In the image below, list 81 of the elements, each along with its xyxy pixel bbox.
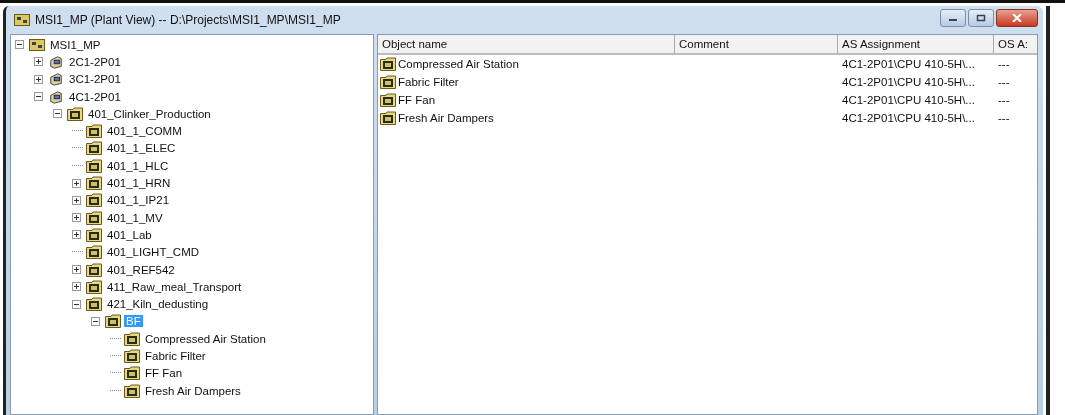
- folder-icon: [124, 383, 140, 398]
- folder-icon: [380, 75, 396, 89]
- network-icon: [29, 37, 45, 52]
- column-header[interactable]: Object name: [378, 35, 675, 53]
- object-name[interactable]: FF Fan: [398, 94, 436, 106]
- tree-item[interactable]: 4C1-2P01: [67, 90, 123, 103]
- table-cell: ---: [998, 94, 1010, 106]
- folder-icon: [380, 111, 396, 125]
- tree-item[interactable]: 401_1_IP21: [105, 194, 172, 207]
- folder-icon: [124, 349, 140, 363]
- folder-icon: [86, 141, 102, 156]
- network-icon: [14, 13, 30, 27]
- column-header[interactable]: OS A:: [994, 35, 1030, 53]
- tree-item[interactable]: 411_Raw_meal_Transport: [105, 280, 244, 293]
- station-icon: [48, 89, 64, 104]
- folder-icon: [86, 210, 102, 225]
- folder-icon: [86, 245, 102, 260]
- tree-item[interactable]: Fabric Filter: [143, 350, 208, 362]
- tree-item[interactable]: 401_Lab: [105, 228, 154, 241]
- folder-icon: [86, 176, 102, 190]
- folder-icon: [124, 331, 140, 346]
- tree-item[interactable]: 401_REF542: [105, 263, 177, 276]
- tree-item[interactable]: 3C1-2P01: [67, 73, 123, 86]
- station-icon: [48, 54, 64, 69]
- tree-item[interactable]: MSI1_MP: [48, 38, 103, 51]
- collapse-icon[interactable]: [72, 299, 81, 309]
- folder-icon: [67, 106, 83, 121]
- tree-item[interactable]: 401_1_COMM: [105, 125, 184, 138]
- tree-item[interactable]: Fresh Air Dampers: [143, 384, 243, 397]
- collapse-icon[interactable]: [15, 40, 24, 50]
- collapse-icon[interactable]: [53, 109, 62, 119]
- expand-icon[interactable]: [34, 57, 43, 67]
- tree-item[interactable]: 401_Clinker_Production: [86, 107, 213, 120]
- folder-icon: [86, 124, 102, 139]
- expand-icon[interactable]: [72, 178, 81, 188]
- folder-icon: [105, 314, 121, 329]
- minimize-button[interactable]: [940, 9, 966, 27]
- close-button[interactable]: [996, 9, 1038, 27]
- table-cell: ---: [998, 58, 1010, 70]
- tree-item[interactable]: Compressed Air Station: [143, 332, 268, 345]
- folder-icon: [86, 297, 102, 312]
- folder-icon: [380, 93, 396, 107]
- expand-icon[interactable]: [72, 282, 81, 292]
- tree-item[interactable]: 401_1_ELEC: [105, 142, 178, 155]
- table-cell: 4C1-2P01\CPU 410-5H\...: [842, 76, 975, 88]
- folder-icon: [380, 57, 396, 71]
- folder-icon: [86, 262, 102, 277]
- table-cell: ---: [998, 76, 1010, 88]
- window-title: MSI1_MP (Plant View) -- D:\Projects\MSI1_MP\MSI1_MP: [35, 13, 341, 27]
- column-header[interactable]: Comment: [675, 35, 838, 53]
- collapse-icon[interactable]: [91, 316, 100, 326]
- table-cell: 4C1-2P01\CPU 410-5H\...: [842, 112, 975, 124]
- station-icon: [48, 72, 64, 87]
- maximize-button[interactable]: [968, 9, 994, 27]
- tree-item[interactable]: 2C1-2P01: [67, 55, 123, 68]
- tree-item[interactable]: 401_LIGHT_CMD: [105, 246, 202, 259]
- folder-icon: [124, 366, 140, 381]
- maximize-icon: [976, 14, 986, 22]
- object-name[interactable]: Fresh Air Dampers: [398, 112, 494, 124]
- tree-item[interactable]: FF Fan: [143, 367, 185, 380]
- tree-item[interactable]: 421_Kiln_dedusting: [105, 298, 211, 311]
- table-cell: 4C1-2P01\CPU 410-5H\...: [842, 58, 975, 70]
- column-header[interactable]: AS Assignment: [838, 35, 994, 53]
- folder-icon: [86, 279, 102, 294]
- close-icon: [1012, 14, 1022, 22]
- tree-item[interactable]: 401_1_MV: [105, 211, 165, 224]
- expand-icon[interactable]: [72, 230, 81, 240]
- expand-icon[interactable]: [34, 74, 43, 84]
- expand-icon[interactable]: [72, 213, 81, 223]
- expand-icon[interactable]: [72, 265, 81, 274]
- tree-item[interactable]: 401_1_HLC: [105, 159, 171, 172]
- tree-item[interactable]: 401_1_HRN: [105, 177, 173, 189]
- object-name[interactable]: Fabric Filter: [398, 76, 459, 88]
- table-cell: 4C1-2P01\CPU 410-5H\...: [842, 94, 975, 106]
- collapse-icon[interactable]: [34, 92, 43, 102]
- object-name[interactable]: Compressed Air Station: [398, 58, 519, 70]
- expand-icon[interactable]: [72, 195, 81, 205]
- folder-icon: [86, 158, 102, 173]
- folder-icon: [86, 193, 102, 208]
- table-cell: ---: [998, 112, 1010, 124]
- folder-icon: [86, 227, 102, 242]
